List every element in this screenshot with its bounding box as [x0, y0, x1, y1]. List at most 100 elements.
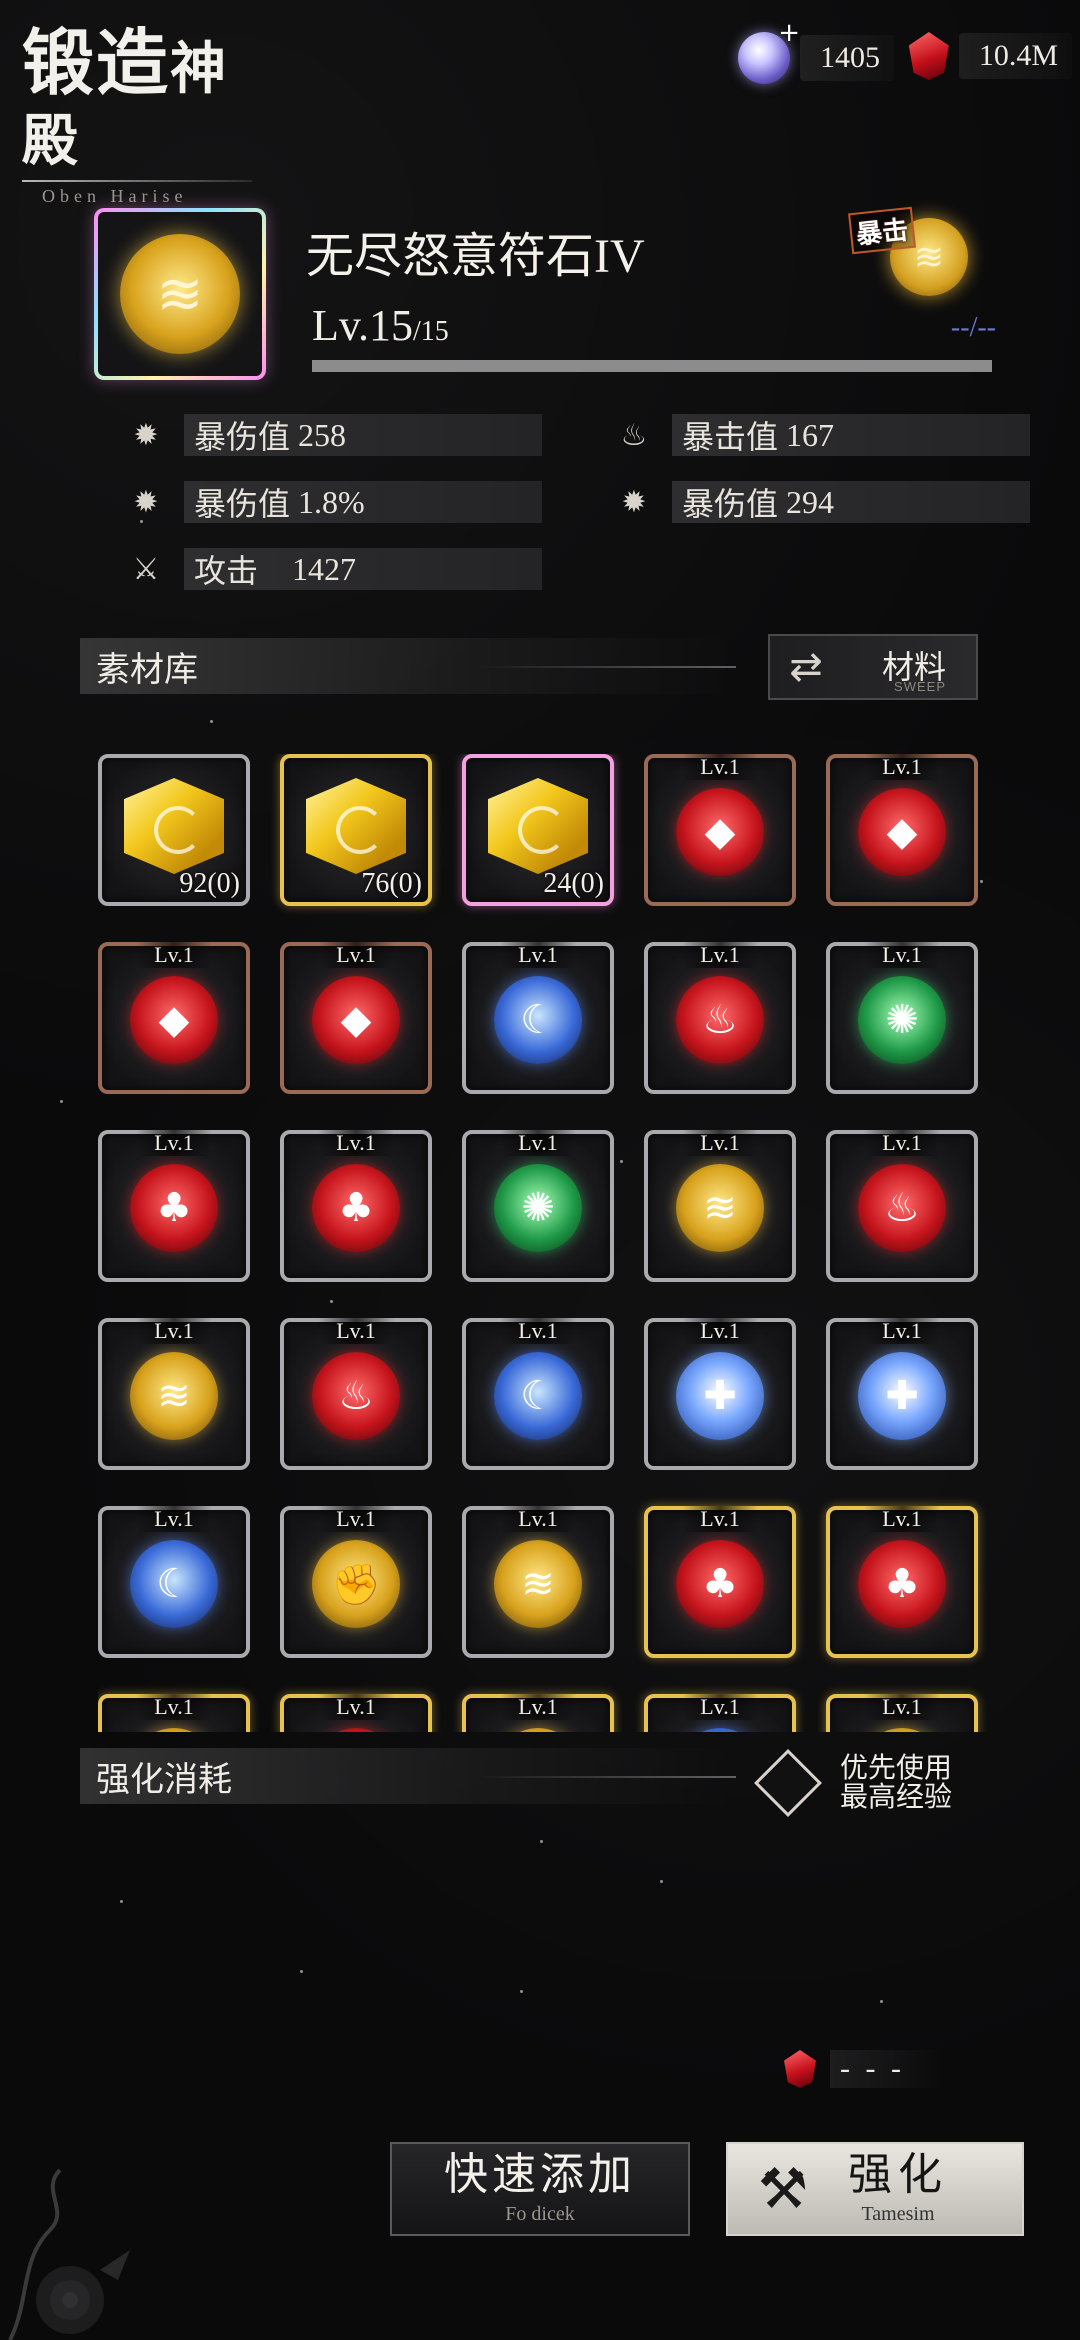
rune-icon: ♣ [130, 1164, 218, 1252]
material-slot[interactable]: Lv.1 ✚ [644, 1318, 796, 1470]
material-slot[interactable]: Lv.1 ♨ [280, 1318, 432, 1470]
material-slot[interactable]: 24(0) [462, 754, 614, 906]
rune-glyph: ✊ [331, 1561, 381, 1608]
material-level: Lv.1 [136, 942, 212, 968]
sort-button[interactable]: ⇄ 材料 SWEEP [768, 634, 978, 700]
rune-icon: ☾ [676, 1728, 764, 1732]
material-slot[interactable]: Lv.1 ♨ [826, 1130, 978, 1282]
stat-row: ✹ 暴伤值 294 [614, 481, 1030, 523]
rune-glyph: ♨ [702, 997, 738, 1043]
rune-icon: ✺ [858, 976, 946, 1064]
material-slot[interactable]: Lv.1 ♣ [644, 1506, 796, 1658]
stat-value: 167 [786, 416, 835, 453]
material-level: Lv.1 [136, 1694, 212, 1720]
material-slot[interactable]: Lv.1 ◆ [826, 754, 978, 906]
material-level: Lv.1 [864, 1506, 940, 1532]
material-slot[interactable]: Lv.1 ≋ [826, 1694, 978, 1732]
material-slot[interactable]: Lv.1 ◆ [98, 942, 250, 1094]
exp-text: --/-- [950, 312, 996, 343]
enhance-section-header: 强化消耗 [80, 1748, 736, 1804]
material-slot[interactable]: Lv.1 ✺ [462, 1130, 614, 1282]
stat-label: 暴伤值 [194, 419, 291, 455]
material-slot[interactable]: Lv.1 ♨ [280, 1694, 432, 1732]
material-level: Lv.1 [682, 1506, 758, 1532]
currency-ruby[interactable]: 10.4M [908, 32, 1072, 80]
material-slot[interactable]: Lv.1 ♣ [826, 1506, 978, 1658]
material-level: Lv.1 [136, 1130, 212, 1156]
material-slot[interactable]: Lv.1 ☾ [462, 1318, 614, 1470]
rune-icon: ≋ [130, 1352, 218, 1440]
material-level: Lv.1 [136, 1318, 212, 1344]
item-level-current: Lv.15 [312, 301, 414, 350]
material-level: Lv.1 [864, 1130, 940, 1156]
material-slot[interactable]: Lv.1 ✚ [826, 1318, 978, 1470]
toggle-checkbox[interactable] [754, 1749, 822, 1818]
rune-icon: ☾ [494, 976, 582, 1064]
material-level: Lv.1 [500, 1506, 576, 1532]
selected-item-frame[interactable]: ≋ [94, 208, 266, 380]
rune-glyph: ◆ [704, 809, 736, 855]
material-slot[interactable]: 76(0) [280, 754, 432, 906]
material-slot[interactable]: Lv.1 ☾ [462, 942, 614, 1094]
rune-glyph: ◆ [886, 809, 918, 855]
rune-glyph: ☾ [520, 1373, 556, 1419]
star [210, 720, 213, 723]
stat-row: ♨ 暴击值 167 [614, 414, 1030, 456]
rune-icon: ≋ [130, 1728, 218, 1732]
material-level: Lv.1 [682, 1694, 758, 1720]
title-text-a: 锻造 [22, 24, 171, 104]
material-slot[interactable]: Lv.1 ≋ [644, 1130, 796, 1282]
item-level-max: /15 [413, 316, 449, 347]
flame-icon: ♨ [620, 417, 648, 453]
swap-icon: ⇄ [789, 644, 823, 690]
material-slot[interactable]: Lv.1 ♣ [280, 1130, 432, 1282]
rune-glyph: ✺ [521, 1185, 555, 1231]
star [120, 1900, 123, 1903]
stat-label: 暴击值 [682, 419, 779, 455]
material-level: Lv.1 [500, 1130, 576, 1156]
toggle-label-line2: 最高经验 [840, 1782, 953, 1814]
material-slot[interactable]: Lv.1 ✊ [280, 1506, 432, 1658]
rune-glyph: ☾ [520, 997, 556, 1043]
material-level: Lv.1 [318, 1130, 394, 1156]
enhance-button[interactable]: ⚒ 强化 Tamesim [726, 2142, 1024, 2236]
stat-row: ✹ 暴伤值 1.8% [126, 481, 542, 523]
rune-glyph: ✺ [885, 997, 919, 1043]
material-slot[interactable]: Lv.1 ✺ [826, 942, 978, 1094]
material-slot[interactable]: Lv.1 ≋ [462, 1506, 614, 1658]
material-level: Lv.1 [682, 1318, 758, 1344]
page-subtitle: Oben Harise [42, 186, 188, 206]
material-slot[interactable]: Lv.1 ♣ [98, 1130, 250, 1282]
rune-icon: ✺ [494, 1164, 582, 1252]
material-slot[interactable]: Lv.1 ◆ [280, 942, 432, 1094]
sort-sublabel: SWEEP [894, 679, 946, 694]
material-slot[interactable]: Lv.1 ☾ [644, 1694, 796, 1732]
ruby-icon [908, 32, 949, 80]
material-slot[interactable]: Lv.1 ☾ [98, 1506, 250, 1658]
priority-toggle[interactable]: 优先使用 最高经验 [754, 1749, 953, 1818]
material-slot[interactable]: Lv.1 ◆ [644, 754, 796, 906]
materials-grid[interactable]: 92(0) 76(0) 24(0) Lv.1 ◆ Lv.1 ◆ Lv.1 ◆ Lv.1 ◆ Lv.1 ☾… [98, 754, 988, 1732]
material-slot[interactable]: Lv.1 ≋ [98, 1694, 250, 1732]
material-slot[interactable]: Lv.1 ♨ [644, 942, 796, 1094]
material-slot[interactable]: Lv.1 ≋ [462, 1694, 614, 1732]
rune-icon: ✚ [676, 1352, 764, 1440]
rune-glyph: ◆ [158, 997, 190, 1043]
crit-tag-label: 暴击 [848, 206, 916, 255]
stat-value: 1427 [292, 550, 357, 587]
exp-bar-fill [312, 360, 992, 372]
exp-cube-icon [124, 778, 224, 874]
material-slot[interactable]: Lv.1 ≋ [98, 1318, 250, 1470]
ruby-value: 10.4M [958, 33, 1072, 79]
cost-value: - - - [830, 2050, 945, 2088]
crystal-value: 1405 [800, 35, 894, 81]
crit-tag: ≋ 暴击 [848, 206, 968, 296]
rune-glyph: ♣ [338, 1185, 374, 1231]
rune-icon: ◆ [676, 788, 764, 876]
quick-add-button[interactable]: 快速添加 Fo dicek [390, 2142, 690, 2236]
material-slot[interactable]: 92(0) [98, 754, 250, 906]
material-level: Lv.1 [318, 1694, 394, 1720]
burst-icon: ✹ [133, 484, 159, 520]
material-level: Lv.1 [864, 754, 940, 780]
currency-crystal[interactable]: 1405 [738, 18, 894, 84]
